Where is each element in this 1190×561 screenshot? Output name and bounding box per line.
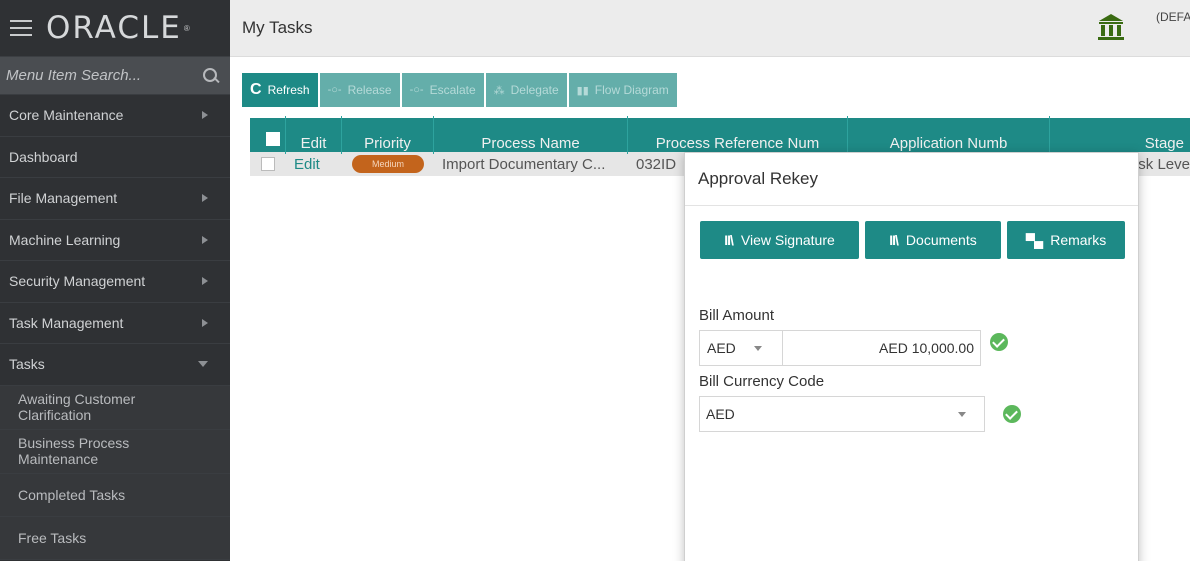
caret-right-icon <box>202 235 208 244</box>
row-checkbox[interactable] <box>261 157 275 171</box>
refresh-icon: C <box>250 81 262 98</box>
bank-icon[interactable] <box>1098 13 1124 41</box>
documents-button[interactable]: II\ Documents <box>865 221 1001 259</box>
row-select-cell <box>250 157 286 171</box>
col-process-name[interactable]: Process Name <box>434 116 628 154</box>
registered-mark: ® <box>183 23 190 33</box>
sidebar-subitem-awaiting-customer-clarification[interactable]: Awaiting Customer Clarification <box>0 385 230 430</box>
hamburger-menu-icon[interactable] <box>10 20 32 36</box>
logo-bar: ORACLE ® <box>0 0 230 57</box>
remarks-label: Remarks <box>1050 232 1107 248</box>
edit-link[interactable]: Edit <box>294 156 320 173</box>
sidebar-subitem-completed-tasks[interactable]: Completed Tasks <box>0 473 230 517</box>
release-label: Release <box>347 83 392 97</box>
table-header: Edit Priority Process Name Process Refer… <box>250 116 1190 156</box>
remarks-button[interactable]: ▀▄ Remarks <box>1007 221 1125 259</box>
library-icon: II\ <box>724 232 734 248</box>
sidebar-item-machine-learning[interactable]: Machine Learning <box>0 220 230 261</box>
bill-currency-code-label: Bill Currency Code <box>699 373 825 390</box>
sidebar-item-task-management[interactable]: Task Management <box>0 303 230 344</box>
row-edit-cell: Edit <box>286 156 342 173</box>
sidebar-item-label: File Management <box>9 190 118 207</box>
oracle-logo: ORACLE <box>46 10 182 46</box>
sidebar-subitem-free-tasks[interactable]: Free Tasks <box>0 516 230 560</box>
sidebar-item-label: Task Management <box>9 314 124 331</box>
bill-amount-value: AED 10,000.00 <box>879 340 974 356</box>
bill-amount-currency-select[interactable]: AED <box>699 330 783 366</box>
flow-diagram-label: Flow Diagram <box>594 83 669 97</box>
bill-currency-code-select[interactable]: AED <box>699 396 985 432</box>
caret-right-icon <box>202 111 208 120</box>
flow-diagram-icon: ▮▮ <box>576 84 589 97</box>
sidebar-item-label: Tasks <box>9 356 45 373</box>
page-title: My Tasks <box>242 18 313 37</box>
sidebar-item-label: Security Management <box>9 273 146 290</box>
sidebar-subitem-business-process-maintenance[interactable]: Business Process Maintenance <box>0 429 230 474</box>
sidebar-item-label: Machine Learning <box>9 231 121 248</box>
sidebar-item-core-maintenance[interactable]: Core Maintenance <box>0 95 230 137</box>
escalate-label: Escalate <box>429 83 476 97</box>
library-icon: II\ <box>889 232 899 248</box>
caret-down-icon <box>198 361 208 368</box>
col-priority[interactable]: Priority <box>342 116 434 154</box>
bill-amount-label: Bill Amount <box>699 307 775 324</box>
escalate-icon: -○- <box>409 84 424 96</box>
top-bar: My Tasks (DEFA <box>230 0 1190 57</box>
task-toolbar: C Refresh -○- Release -○- Escalate ⁂ Del… <box>242 73 679 107</box>
check-circle-icon <box>990 333 1008 351</box>
release-button[interactable]: -○- Release <box>319 73 400 107</box>
row-process-name: Import Documentary C... <box>442 155 606 173</box>
check-circle-icon <box>1003 405 1021 423</box>
col-process-reference-num[interactable]: Process Reference Num <box>628 116 848 154</box>
sidebar-subitem-label: Completed Tasks <box>18 486 126 503</box>
priority-badge: Medium <box>351 155 424 173</box>
chevron-down-icon <box>753 345 762 351</box>
view-signature-label: View Signature <box>740 232 835 248</box>
sidebar-item-file-management[interactable]: File Management <box>0 178 230 220</box>
approval-rekey-modal: Approval Rekey II\ View Signature II\ Do… <box>684 152 1139 561</box>
release-icon: -○- <box>327 84 342 96</box>
sidebar-item-tasks[interactable]: Tasks <box>0 344 230 386</box>
caret-right-icon <box>202 277 208 286</box>
select-all-checkbox[interactable] <box>266 132 280 146</box>
refresh-button[interactable]: C Refresh <box>242 73 318 107</box>
caret-right-icon <box>202 194 208 203</box>
view-signature-button[interactable]: II\ View Signature <box>700 221 859 259</box>
caret-right-icon <box>202 318 208 327</box>
col-edit[interactable]: Edit <box>286 116 342 154</box>
chevron-down-icon <box>958 411 966 417</box>
sidebar: ORACLE ® Core Maintenance Dashboard File… <box>0 0 230 561</box>
bill-amount-input[interactable]: AED 10,000.00 <box>783 330 981 366</box>
sidebar-subitem-label: Awaiting Customer Clarification <box>18 391 136 423</box>
delegate-icon: ⁂ <box>493 84 505 97</box>
col-application-number[interactable]: Application Numb <box>848 116 1050 154</box>
delegate-label: Delegate <box>510 83 559 97</box>
escalate-button[interactable]: -○- Escalate <box>401 73 484 107</box>
user-branch-label[interactable]: (DEFA <box>1156 10 1190 24</box>
documents-label: Documents <box>905 232 977 248</box>
comments-icon: ▀▄ <box>1025 232 1043 248</box>
sidebar-subitem-label: Business Process Maintenance <box>18 435 130 467</box>
menu-search-input[interactable] <box>6 67 176 84</box>
menu-search <box>0 57 230 95</box>
search-icon[interactable] <box>202 67 220 85</box>
select-all-cell <box>250 116 286 154</box>
sidebar-item-label: Dashboard <box>9 148 78 165</box>
sidebar-item-security-management[interactable]: Security Management <box>0 261 230 303</box>
bill-currency-code-value: AED <box>706 406 735 422</box>
modal-title: Approval Rekey <box>685 153 1138 206</box>
bill-amount-currency-value: AED <box>707 340 736 356</box>
sidebar-subitem-label: Free Tasks <box>18 529 87 546</box>
delegate-button[interactable]: ⁂ Delegate <box>485 73 567 107</box>
refresh-label: Refresh <box>267 83 310 97</box>
sidebar-item-label: Core Maintenance <box>9 107 124 124</box>
flow-diagram-button[interactable]: ▮▮ Flow Diagram <box>568 73 677 107</box>
row-priority-cell: Medium <box>342 155 434 173</box>
sidebar-item-dashboard[interactable]: Dashboard <box>0 137 230 178</box>
modal-action-buttons: II\ View Signature II\ Documents ▀▄ Rema… <box>700 221 1125 259</box>
col-stage[interactable]: Stage <box>1050 116 1190 154</box>
